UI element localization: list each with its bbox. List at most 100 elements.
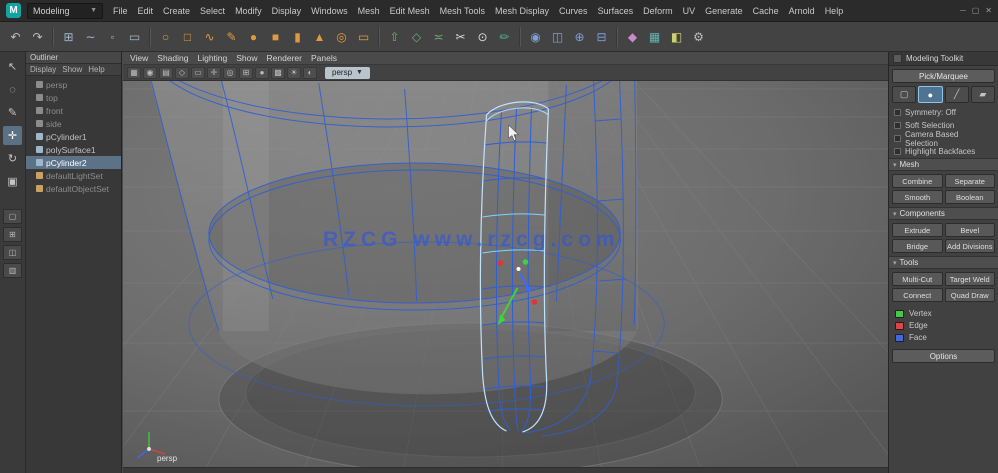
extrude-icon[interactable]: ⇧	[384, 26, 405, 47]
viewport-menu-item[interactable]: View	[130, 53, 148, 63]
scale-tool[interactable]: ▣	[3, 172, 22, 191]
menu-item[interactable]: File	[109, 4, 132, 18]
select-camera-icon[interactable]: ▦	[127, 66, 141, 79]
2d-pan-zoom-icon[interactable]: ✛	[207, 66, 221, 79]
outliner-item[interactable]: top	[26, 91, 121, 104]
menu-item[interactable]: Cache	[749, 4, 783, 18]
target-weld-icon[interactable]: ⊙	[472, 26, 493, 47]
pencil-curve-icon[interactable]: ✎	[221, 26, 242, 47]
vertex-mode-button[interactable]: ●	[918, 86, 943, 103]
camera-selector[interactable]: persp ▼	[325, 66, 370, 79]
snap-curve-icon[interactable]: ∼	[80, 26, 101, 47]
poly-cone-icon[interactable]: ▲	[309, 26, 330, 47]
sculpt-icon[interactable]: ◆	[622, 26, 643, 47]
viewport-menu-item[interactable]: Shading	[157, 53, 188, 63]
layout-outliner-persp[interactable]: ▥	[3, 263, 22, 278]
pick-marquee-button[interactable]: Pick/Marquee	[892, 69, 995, 83]
options-button[interactable]: Options	[892, 349, 995, 363]
viewport-menu-item[interactable]: Lighting	[197, 53, 227, 63]
redo-icon[interactable]: ↷	[27, 26, 48, 47]
snap-point-icon[interactable]: ◦	[102, 26, 123, 47]
menu-item[interactable]: Surfaces	[594, 4, 638, 18]
menu-item[interactable]: Help	[821, 4, 848, 18]
outliner-item[interactable]: side	[26, 117, 121, 130]
toolkit-tool-button[interactable]: Connect	[892, 288, 943, 302]
undo-icon[interactable]: ↶	[5, 26, 26, 47]
section-header-components[interactable]: ▾ Components	[889, 207, 998, 220]
lock-camera-icon[interactable]: ◉	[143, 66, 157, 79]
menu-item[interactable]: Generate	[701, 4, 747, 18]
camera-attributes-icon[interactable]: ▤	[159, 66, 173, 79]
menu-item[interactable]: Curves	[555, 4, 592, 18]
bookmark-icon[interactable]: ◇	[175, 66, 189, 79]
boolean-icon[interactable]: ⊕	[569, 26, 590, 47]
menu-item[interactable]: Arnold	[785, 4, 819, 18]
face-mode-button[interactable]: ▰	[970, 86, 995, 103]
outliner-item[interactable]: polySurface1	[26, 143, 121, 156]
move-tool[interactable]: ✛	[3, 126, 22, 145]
toolkit-option-row[interactable]: Camera Based Selection	[889, 130, 998, 148]
ep-curve-icon[interactable]: ∿	[199, 26, 220, 47]
outliner-menu-item[interactable]: Help	[88, 65, 104, 74]
bridge-icon[interactable]: ≍	[428, 26, 449, 47]
snap-plane-icon[interactable]: ▭	[124, 26, 145, 47]
separate-icon[interactable]: ⊟	[591, 26, 612, 47]
layout-two-pane[interactable]: ◫	[3, 245, 22, 260]
component-tool-button[interactable]: Extrude	[892, 223, 943, 237]
menu-item[interactable]: Mesh Tools	[436, 4, 489, 18]
checkbox[interactable]	[894, 148, 901, 155]
menu-item[interactable]: Select	[196, 4, 229, 18]
object-mode-button[interactable]: ▢	[892, 86, 917, 103]
mirror-icon[interactable]: ◫	[547, 26, 568, 47]
poly-cube-icon[interactable]: ■	[265, 26, 286, 47]
outliner-item[interactable]: pCylinder1	[26, 130, 121, 143]
menu-item[interactable]: Create	[159, 4, 194, 18]
mesh-tool-button[interactable]: Boolean	[944, 190, 995, 204]
snap-grid-icon[interactable]: ⊞	[58, 26, 79, 47]
outliner-item[interactable]: front	[26, 104, 121, 117]
poly-plane-icon[interactable]: ▭	[353, 26, 374, 47]
select-tool[interactable]: ↖	[3, 57, 22, 76]
mesh-tool-button[interactable]: Combine	[892, 174, 943, 188]
menu-item[interactable]: Modify	[231, 4, 266, 18]
render-icon[interactable]: ◧	[666, 26, 687, 47]
toolkit-tab-icon[interactable]	[893, 54, 902, 63]
viewport-menu-item[interactable]: Panels	[311, 53, 337, 63]
quad-draw-icon[interactable]: ✏	[494, 26, 515, 47]
image-plane-icon[interactable]: ▭	[191, 66, 205, 79]
uv-editor-icon[interactable]: ▦	[644, 26, 665, 47]
viewport-menu-item[interactable]: Show	[236, 53, 257, 63]
viewport-menu-item[interactable]: Renderer	[267, 53, 302, 63]
maximize-icon[interactable]: ▢	[972, 6, 980, 15]
render-settings-icon[interactable]: ⚙	[688, 26, 709, 47]
menu-set-dropdown[interactable]: Modeling ▼	[27, 2, 103, 19]
close-icon[interactable]: ✕	[985, 6, 992, 15]
outliner-item[interactable]: pCylinder2	[26, 156, 121, 169]
menu-item[interactable]: Display	[268, 4, 306, 18]
toolkit-option-row[interactable]: Symmetry: Off	[889, 106, 998, 119]
menu-item[interactable]: Mesh	[354, 4, 384, 18]
textured-mode-icon[interactable]: ▩	[271, 66, 285, 79]
menu-item[interactable]: Mesh Display	[491, 4, 553, 18]
toolkit-tool-button[interactable]: Quad Draw	[944, 288, 995, 302]
outliner-menu-item[interactable]: Display	[30, 65, 56, 74]
poly-torus-icon[interactable]: ◎	[331, 26, 352, 47]
layout-single-pane[interactable]: ▢	[3, 209, 22, 224]
checkbox[interactable]	[894, 109, 901, 116]
outliner-item[interactable]: defaultLightSet	[26, 169, 121, 182]
shaded-mode-icon[interactable]: ●	[255, 66, 269, 79]
lighting-toggle-icon[interactable]: ☀	[287, 66, 301, 79]
mesh-tool-button[interactable]: Separate	[944, 174, 995, 188]
xray-mode-icon[interactable]: ◐	[303, 66, 317, 79]
toolkit-tool-button[interactable]: Target Weld	[944, 272, 995, 286]
bevel-icon[interactable]: ◇	[406, 26, 427, 47]
outliner-menu-item[interactable]: Show	[62, 65, 82, 74]
edge-mode-button[interactable]: ╱	[944, 86, 969, 103]
component-tool-button[interactable]: Bridge	[892, 239, 943, 253]
smooth-icon[interactable]: ◉	[525, 26, 546, 47]
poly-sphere-icon[interactable]: ●	[243, 26, 264, 47]
scene-canvas[interactable]	[123, 81, 888, 473]
rotate-tool[interactable]: ↻	[3, 149, 22, 168]
menu-item[interactable]: UV	[679, 4, 700, 18]
poly-cylinder-icon[interactable]: ▮	[287, 26, 308, 47]
